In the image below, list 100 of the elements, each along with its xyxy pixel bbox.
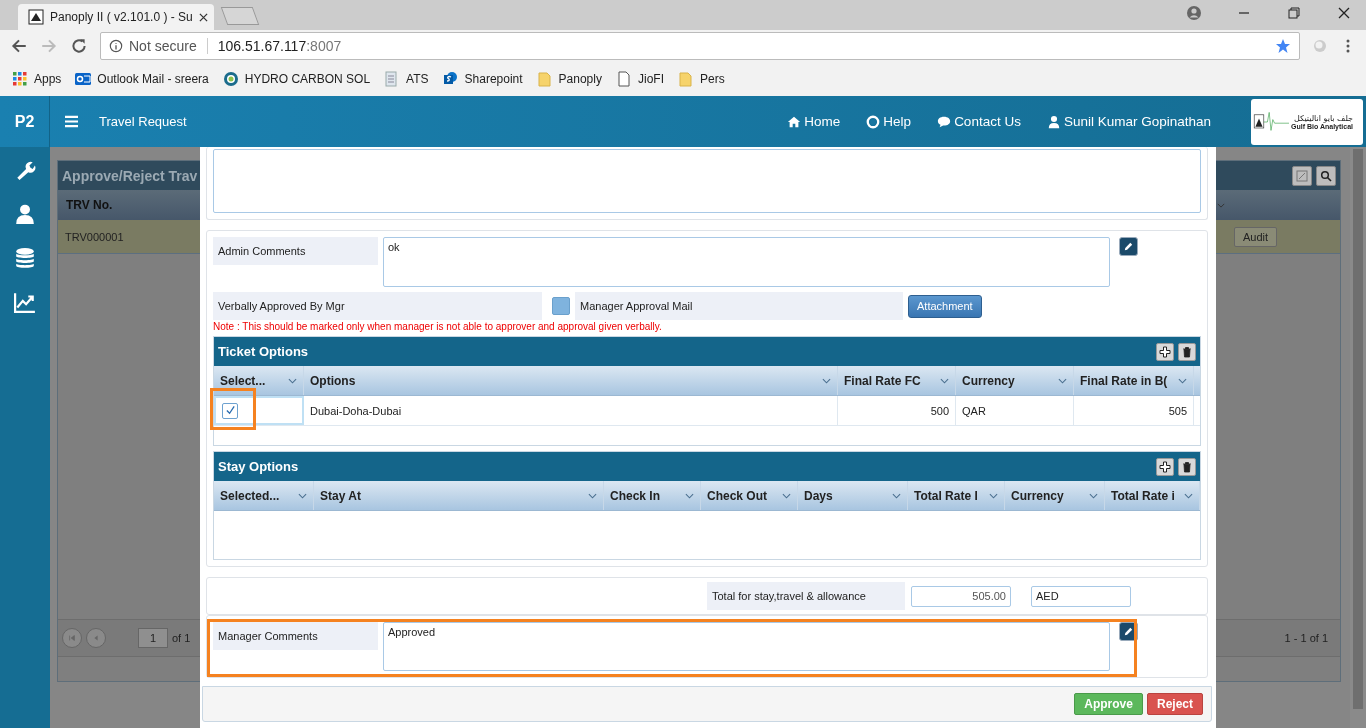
nav-link[interactable]: Contact Us [937, 114, 1021, 129]
currency-field[interactable]: AED [1031, 585, 1131, 607]
wrench-icon[interactable] [14, 159, 36, 181]
selection-cell[interactable] [214, 396, 304, 425]
bookmark-item[interactable]: JioFI [615, 71, 664, 87]
pencil-icon [1123, 626, 1134, 637]
column-header[interactable]: Stay At [314, 481, 604, 510]
line-chart-icon[interactable] [14, 291, 36, 313]
column-header[interactable]: Select... [214, 366, 304, 395]
list-title: Approve/Reject Trav [58, 161, 200, 190]
add-button[interactable] [1156, 342, 1174, 361]
delete-button[interactable] [1178, 457, 1196, 476]
folder-icon [536, 71, 553, 87]
bookmark-item[interactable]: Sharepoint [442, 71, 523, 87]
highlight-frame [210, 388, 256, 430]
info-icon [109, 39, 123, 53]
bookmark-item[interactable]: Panoply [536, 71, 602, 87]
chevron-icon [1058, 377, 1067, 384]
manager-comments-field[interactable]: Approved [383, 622, 1110, 671]
table-cell: TRV000001 [65, 230, 124, 243]
column-header[interactable]: Final Rate in B( [1074, 366, 1194, 395]
column-header[interactable]: Options [304, 366, 838, 395]
chevron-icon [1089, 492, 1098, 499]
field-label: Total for stay,travel & allowance [707, 582, 905, 610]
browser-tab[interactable]: Panoply II ( v2.101.0 ) - Su [18, 4, 214, 30]
section-title: Stay Options [218, 459, 300, 474]
total-amount-field[interactable]: 505.00 [911, 585, 1011, 607]
column-header[interactable]: Final Rate FC [838, 366, 956, 395]
column-header[interactable]: Check In [604, 481, 701, 510]
checkbox[interactable] [552, 297, 570, 315]
admin-comments-field[interactable]: ok [383, 237, 1110, 287]
user-icon[interactable] [14, 203, 36, 225]
column-header[interactable]: Currency [1005, 481, 1105, 510]
chevron-icon [989, 492, 998, 499]
page-field[interactable]: 1 [138, 628, 168, 648]
page-title: Travel Request [99, 114, 187, 129]
delete-button[interactable] [1178, 342, 1196, 361]
home-icon [787, 114, 802, 129]
chevron-icon [822, 377, 831, 384]
scrollbar[interactable] [1350, 147, 1366, 728]
trash-icon [1181, 345, 1193, 358]
edit-icon[interactable] [1292, 165, 1312, 186]
field-label: Manager Comments [213, 622, 378, 650]
nav-link[interactable]: Help [866, 114, 912, 129]
add-button[interactable] [1156, 457, 1174, 476]
chevron-icon [940, 377, 949, 384]
ring-icon [222, 71, 239, 87]
column-header[interactable]: Total Rate i [1105, 481, 1200, 510]
sharepoint-icon [442, 71, 459, 87]
bookmark-star-icon[interactable] [1275, 38, 1291, 54]
chevron-icon [892, 492, 901, 499]
plus-icon [1159, 460, 1171, 473]
reject-button[interactable]: Reject [1146, 693, 1203, 715]
previous-icon [92, 634, 100, 642]
user-menu[interactable]: Sunil Kumar Gopinathan [1046, 114, 1211, 129]
chat-icon [937, 114, 952, 129]
field-label: Manager Approval Mail [575, 292, 903, 320]
pencil-icon [1123, 241, 1134, 252]
menu-icon[interactable] [64, 115, 79, 128]
column-header[interactable]: Selected... [214, 481, 314, 510]
field-label: Admin Comments [213, 237, 378, 265]
bookmark-item[interactable]: HYDRO CARBON SOL [222, 71, 371, 87]
column-header[interactable]: Check Out [701, 481, 798, 510]
bookmark-item[interactable]: Pers [678, 71, 725, 87]
nav-link[interactable]: Home [787, 114, 841, 129]
first-page-icon [68, 634, 76, 642]
reload-icon[interactable] [70, 37, 88, 55]
table-cell: 500 [838, 396, 956, 425]
chevron-icon [782, 492, 791, 499]
note-text: Note : This should be marked only when manager is not able to approver and approval given verbally. [213, 320, 663, 334]
chevron-icon [288, 377, 297, 384]
address-field[interactable]: Not secure 106.51.67.117:8007 [100, 32, 1300, 60]
profile-icon[interactable] [1186, 5, 1202, 21]
column-header[interactable]: Currency [956, 366, 1074, 395]
column-header[interactable]: Days [798, 481, 908, 510]
back-icon[interactable] [10, 37, 28, 55]
trash-icon [1181, 460, 1193, 473]
folder-icon [678, 71, 694, 87]
search-icon[interactable] [1316, 165, 1336, 186]
page-icon [615, 71, 632, 87]
close-icon[interactable] [198, 12, 208, 22]
field-label: Verbally Approved By Mgr [213, 292, 542, 320]
attachment-button[interactable]: Attachment [908, 294, 982, 318]
security-label: Not secure [129, 38, 208, 54]
bookmark-item[interactable]: Apps [12, 71, 62, 87]
apps-grid-icon [12, 71, 28, 87]
chevron-icon [298, 492, 307, 499]
chevron-icon [1184, 492, 1193, 499]
checkbox[interactable] [222, 402, 238, 419]
column-header[interactable]: Total Rate I [908, 481, 1005, 510]
chevron-icon [1178, 377, 1187, 384]
chevron-icon [685, 492, 694, 499]
table-cell: QAR [956, 396, 1074, 425]
restore-icon[interactable] [1286, 5, 1302, 21]
bookmark-item[interactable]: Outlook Mail - sreera [75, 71, 209, 87]
bookmark-item[interactable]: ATS [384, 71, 429, 87]
close-icon[interactable] [1336, 5, 1352, 21]
audit-button[interactable]: Audit [1234, 226, 1278, 247]
database-icon[interactable] [14, 247, 36, 269]
edit-button[interactable] [1119, 237, 1138, 256]
